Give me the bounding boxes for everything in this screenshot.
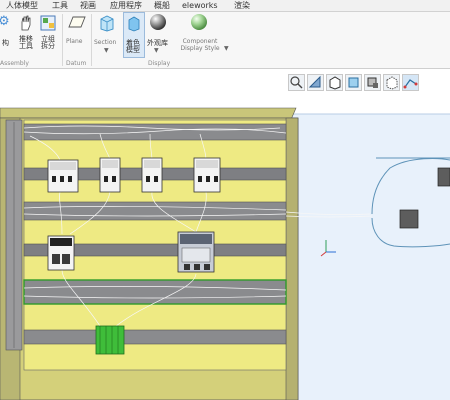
group-label-display: Display [148, 60, 171, 67]
menu-eleworks[interactable]: eleworks [182, 0, 218, 11]
view-orient-icon[interactable] [307, 74, 324, 91]
section-box-icon [100, 15, 114, 32]
menu-applications[interactable]: 应用程序 [110, 0, 142, 11]
contactor[interactable] [47, 235, 75, 271]
split-label: 立组 拆分 [41, 35, 55, 50]
ribbon-separator [91, 14, 92, 66]
contactor[interactable] [47, 159, 79, 193]
shaded-model-button[interactable]: 着色 模型 [123, 12, 145, 58]
group-label-assembly: Assembly [0, 60, 29, 67]
green-sphere-icon [191, 14, 207, 30]
section-view-icon[interactable] [345, 74, 362, 91]
box-view-icon[interactable] [326, 74, 343, 91]
contactor[interactable] [141, 157, 163, 193]
background-plane [288, 114, 450, 400]
menu-tools[interactable]: 工具 [52, 0, 68, 11]
menu-ergonomics[interactable]: 人体模型 [6, 0, 38, 11]
dropdown-arrow-icon: ▼ [104, 47, 109, 54]
dropdown-arrow-icon: ▼ [224, 45, 229, 52]
appearance-gallery-button[interactable]: 外观库 ▼ [146, 12, 170, 56]
hand-icon [21, 15, 31, 31]
model-canvas[interactable] [0, 69, 450, 400]
sphere-icon [150, 14, 166, 30]
menu-bar: 人体模型 工具 视画 应用程序 概船 eleworks 渲染 [0, 0, 450, 12]
push-tool-label: 推移 工具 [19, 35, 33, 50]
group-label-datum: Datum [66, 60, 87, 67]
menu-view[interactable]: 视画 [80, 0, 96, 11]
hidden-line-icon[interactable] [383, 74, 400, 91]
cable-connector[interactable] [399, 209, 419, 229]
dropdown-arrow-icon: ▼ [154, 47, 159, 54]
zoom-fit-icon[interactable] [288, 74, 305, 91]
split-button[interactable]: 立组 拆分 [38, 12, 58, 52]
plane-button[interactable]: Plane [66, 12, 88, 52]
wire-icon[interactable] [402, 74, 419, 91]
component-display-style-button[interactable]: Component Display Style ▼ [172, 12, 230, 56]
contactor[interactable] [99, 157, 121, 193]
cable-connector[interactable] [437, 167, 450, 187]
refit-icon[interactable] [364, 74, 381, 91]
section-label: Section [94, 39, 117, 46]
plane-label: Plane [66, 38, 83, 45]
struct-label: 构 [2, 39, 9, 47]
shaded-box-icon [128, 16, 140, 32]
menu-render[interactable]: 渲染 [234, 0, 250, 11]
gear-icon: ⚙ [0, 14, 10, 29]
struct-button[interactable]: ⚙ 构 [0, 12, 14, 52]
ribbon: ⚙ 构 推移 工具 立组 拆分 Plane Section ▼ 着色 模型 外观… [0, 12, 450, 69]
shaded-model-label: 着色 模型 [126, 39, 140, 54]
component-display-style-label: Component Display Style [180, 38, 220, 52]
contactor[interactable] [193, 157, 221, 193]
terminal-block[interactable] [95, 325, 125, 355]
plane-icon [68, 16, 86, 28]
power-supply[interactable] [177, 231, 215, 273]
push-tool-button[interactable]: 推移 工具 [17, 12, 35, 52]
menu-overview[interactable]: 概船 [154, 0, 170, 11]
section-button[interactable]: Section ▼ [94, 12, 120, 56]
graphics-viewport[interactable] [0, 69, 450, 400]
ribbon-separator [62, 14, 63, 66]
split-icon [40, 15, 56, 31]
